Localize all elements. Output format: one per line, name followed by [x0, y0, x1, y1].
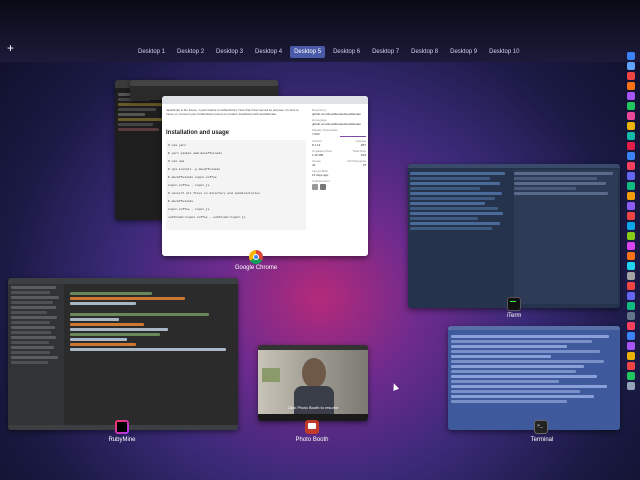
desktop-list: Desktop 1 Desktop 2 Desktop 3 Desktop 4 Desk…	[134, 46, 524, 58]
dock-app-icon[interactable]	[627, 142, 635, 150]
terminal-icon[interactable]: >_	[534, 420, 548, 434]
dock-app-icon[interactable]	[627, 112, 635, 120]
dock-app-icon[interactable]	[627, 192, 635, 200]
dock-app-icon[interactable]	[627, 62, 635, 70]
dock-app-icon[interactable]	[627, 122, 635, 130]
collaborator-avatar[interactable]	[312, 184, 318, 190]
dock-app-icon[interactable]	[627, 222, 635, 230]
code-line: # via npm	[168, 160, 185, 163]
code-line: # via yarn	[168, 144, 187, 147]
dock-app-icon[interactable]	[627, 132, 635, 140]
dock-app-icon[interactable]	[627, 232, 635, 240]
dock-app-icon[interactable]	[627, 322, 635, 330]
dock-app-icon[interactable]	[627, 92, 635, 100]
photo-booth-window[interactable]: Click Photo Booth to resume	[258, 345, 368, 421]
dock-app-icon[interactable]	[627, 72, 635, 80]
dock-app-icon[interactable]	[627, 262, 635, 270]
dock-app-icon[interactable]	[627, 242, 635, 250]
code-line: # convert all files in directory and sub…	[168, 192, 260, 195]
desktop-2[interactable]: Desktop 2	[173, 46, 208, 58]
chrome-heading: Installation and usage	[166, 130, 230, 136]
dock-app-icon[interactable]	[627, 332, 635, 340]
dock-app-icon[interactable]	[627, 302, 635, 310]
code-line: $ decaffeinate input.coffee	[168, 176, 217, 179]
chrome-code-block: # via yarn $ yarn global add decaffeinate…	[166, 140, 306, 230]
photo-booth-label: Photo Booth	[295, 437, 329, 443]
code-line: subfolder/input.coffee → subfolder/input…	[168, 216, 246, 219]
dock-app-icon[interactable]	[627, 182, 635, 190]
desktop-7[interactable]: Desktop 7	[368, 46, 403, 58]
dock-app-icon[interactable]	[627, 362, 635, 370]
dock-app-icon[interactable]	[627, 312, 635, 320]
add-desktop-button[interactable]: +	[7, 42, 14, 54]
dock-app-icon[interactable]	[627, 272, 635, 280]
chrome-label: Google Chrome	[234, 265, 278, 271]
dock-app-icon[interactable]	[627, 82, 635, 90]
desktop-6[interactable]: Desktop 6	[329, 46, 364, 58]
dock-app-icon[interactable]	[627, 342, 635, 350]
code-line: $ npm install -g decaffeinate	[168, 168, 221, 171]
dock-app-icon[interactable]	[627, 212, 635, 220]
code-line: $ decaffeinate	[168, 200, 194, 203]
photo-booth-resume-hint: Click Photo Booth to resume	[287, 405, 339, 410]
dock-app-icon[interactable]	[627, 152, 635, 160]
desktop-10[interactable]: Desktop 10	[485, 46, 523, 58]
dock-app-icon[interactable]	[627, 102, 635, 110]
code-line: $ yarn global add decaffeinate	[168, 152, 223, 155]
dock	[626, 52, 636, 440]
dock-app-icon[interactable]	[627, 202, 635, 210]
iterm-icon[interactable]	[507, 297, 521, 311]
dock-app-icon[interactable]	[627, 52, 635, 60]
dock-app-icon[interactable]	[627, 172, 635, 180]
terminal-label: Terminal	[530, 437, 554, 443]
photo-booth-icon[interactable]	[305, 420, 319, 434]
dock-app-icon[interactable]	[627, 382, 635, 390]
iterm-label: iTerm	[506, 313, 522, 319]
chrome-intro: JavaScript is the future, in part thanks…	[166, 108, 299, 116]
mouse-cursor-icon	[390, 382, 400, 391]
dock-app-icon[interactable]	[627, 352, 635, 360]
collaborator-avatar[interactable]	[320, 184, 326, 190]
desktop-5[interactable]: Desktop 5	[290, 46, 326, 58]
desktop-3[interactable]: Desktop 3	[212, 46, 247, 58]
terminal-window[interactable]	[448, 326, 620, 430]
rubymine-window[interactable]	[8, 278, 238, 430]
desktop-1[interactable]: Desktop 1	[134, 46, 169, 58]
desktop-9[interactable]: Desktop 9	[446, 46, 481, 58]
desktop-4[interactable]: Desktop 4	[251, 46, 286, 58]
dock-app-icon[interactable]	[627, 282, 635, 290]
code-line: input.coffee → input.js	[168, 184, 210, 187]
rubymine-label: RubyMine	[108, 437, 136, 443]
chrome-window[interactable]: JavaScript is the future, in part thanks…	[162, 96, 368, 256]
desktops-bar: + Desktop 1 Desktop 2 Desktop 3 Desktop 4 De…	[0, 0, 640, 62]
chrome-package-sidebar: Repository github.com/decaffeinate/decaf…	[312, 108, 366, 190]
desktop-8[interactable]: Desktop 8	[407, 46, 442, 58]
dock-app-icon[interactable]	[627, 372, 635, 380]
dock-app-icon[interactable]	[627, 252, 635, 260]
iterm-window[interactable]	[408, 164, 620, 308]
code-line: input.coffee → input.js	[168, 208, 210, 211]
rubymine-icon[interactable]	[115, 420, 129, 434]
dock-app-icon[interactable]	[627, 292, 635, 300]
dock-app-icon[interactable]	[627, 162, 635, 170]
chrome-icon[interactable]	[249, 250, 263, 264]
